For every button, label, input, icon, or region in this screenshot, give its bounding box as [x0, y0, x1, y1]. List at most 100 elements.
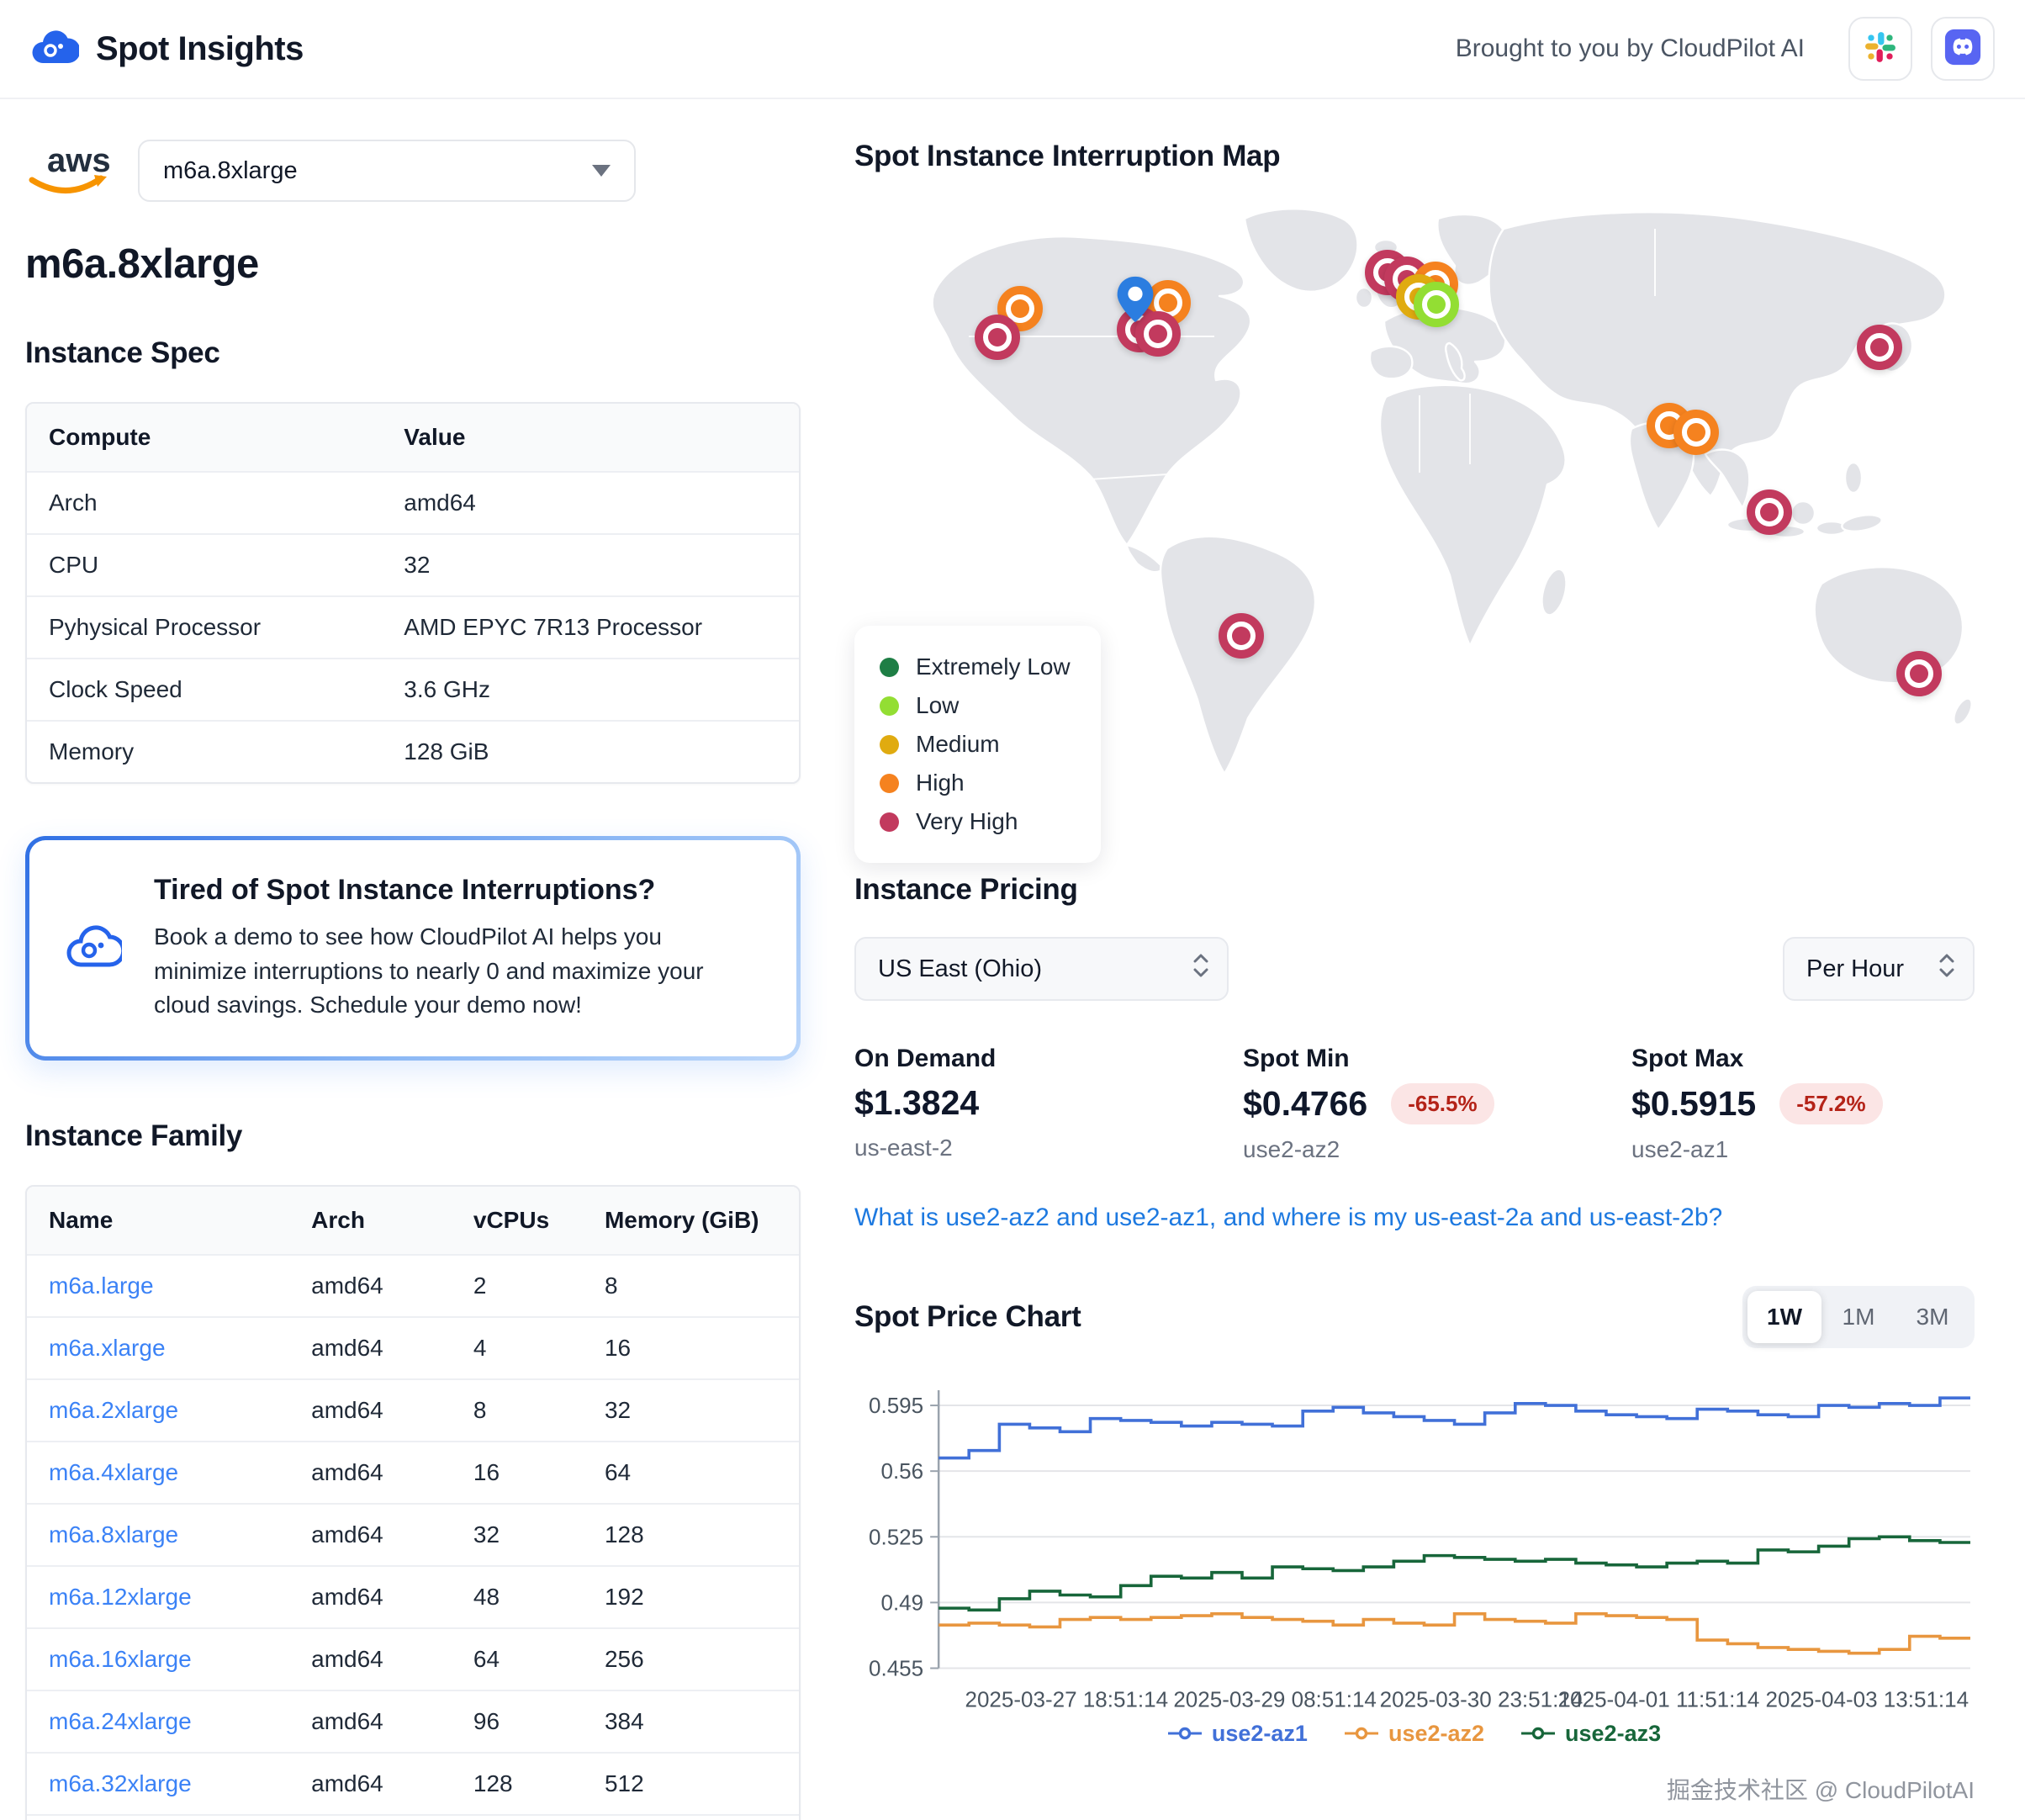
range-3m-button[interactable]: 3M [1895, 1291, 1969, 1343]
stat-sub: use2-az2 [1243, 1136, 1631, 1163]
spec-header-row: Compute Value [27, 404, 799, 472]
family-col-memory: Memory (GiB) [583, 1187, 799, 1255]
topbar-right: Brought to you by CloudPilot AI [1456, 17, 1995, 81]
map-marker-very-high[interactable] [975, 315, 1020, 360]
family-row: m6a.2xlargeamd64832 [27, 1379, 799, 1442]
chart-heading: Spot Price Chart [854, 1300, 1081, 1334]
chart-legend-item[interactable]: use2-az1 [1168, 1721, 1308, 1747]
promo-body: Book a demo to see how CloudPilot AI hel… [154, 920, 759, 1023]
family-col-arch: Arch [289, 1187, 452, 1255]
stat-label: Spot Max [1631, 1045, 1883, 1073]
map-marker-very-high[interactable] [1857, 325, 1902, 370]
app-title: Spot Insights [96, 30, 304, 68]
spec-row: Clock Speed3.6 GHz [27, 659, 799, 721]
az-explainer-link[interactable]: What is use2-az2 and use2-az1, and where… [854, 1204, 1722, 1232]
spec-col-compute: Compute [27, 404, 382, 472]
left-column: aws m6a.8xlarge m6a.8xlarge Instance Spe… [25, 140, 801, 1820]
svg-text:0.49: 0.49 [880, 1590, 923, 1615]
spot-price-chart: 0.5950.560.5250.490.4552025-03-27 18:51:… [854, 1372, 1975, 1719]
map-marker-high[interactable] [1673, 410, 1719, 455]
map-legend: Extremely LowLowMediumHighVery High [854, 626, 1101, 863]
map-legend-item: Low [880, 686, 1071, 725]
instance-link[interactable]: m6a.24xlarge [49, 1708, 192, 1734]
region-select[interactable]: US East (Ohio) [854, 937, 1229, 1001]
svg-text:2025-03-27 18:51:14: 2025-03-27 18:51:14 [965, 1687, 1168, 1712]
aws-logo-icon: aws [25, 141, 109, 201]
instance-link[interactable]: m6a.large [49, 1272, 154, 1299]
cloudpilot-cloud-icon [66, 924, 122, 972]
svg-text:2025-03-29 08:51:14: 2025-03-29 08:51:14 [1173, 1687, 1377, 1712]
family-col-vcpus: vCPUs [452, 1187, 583, 1255]
pricing-controls: US East (Ohio) Per Hour [854, 937, 1975, 1001]
period-select-value: Per Hour [1806, 955, 1904, 983]
range-1w-button[interactable]: 1W [1747, 1291, 1821, 1343]
instance-family-table: Name Arch vCPUs Memory (GiB) m6a.largeam… [25, 1185, 801, 1820]
stat-price: $0.5915 [1631, 1084, 1756, 1124]
main-content: aws m6a.8xlarge m6a.8xlarge Instance Spe… [0, 99, 2025, 1820]
instance-selector-row: aws m6a.8xlarge [25, 140, 801, 202]
discord-icon [1943, 28, 1982, 71]
period-select[interactable]: Per Hour [1783, 937, 1975, 1001]
instance-link[interactable]: m6a.8xlarge [49, 1521, 178, 1548]
discord-button[interactable] [1931, 17, 1995, 81]
instance-link[interactable]: m6a.12xlarge [49, 1584, 192, 1610]
map-marker-very-high[interactable] [1747, 489, 1792, 535]
instance-link[interactable]: m6a.32xlarge [49, 1770, 192, 1796]
series-marker-icon [1168, 1726, 1202, 1741]
range-toggle: 1W 1M 3M [1742, 1286, 1975, 1348]
family-row: m6a.12xlargeamd6448192 [27, 1566, 799, 1628]
promo-heading: Tired of Spot Instance Interruptions? [154, 874, 759, 907]
promo-text: Tired of Spot Instance Interruptions? Bo… [154, 874, 759, 1023]
slack-button[interactable] [1848, 17, 1912, 81]
svg-text:aws: aws [47, 142, 109, 179]
svg-text:0.525: 0.525 [869, 1524, 923, 1549]
stat-label: Spot Min [1243, 1045, 1631, 1073]
promo-card[interactable]: Tired of Spot Instance Interruptions? Bo… [25, 836, 801, 1061]
pricing-heading: Instance Pricing [854, 873, 1975, 907]
instance-link[interactable]: m6a.xlarge [49, 1335, 166, 1361]
interruption-map: Extremely LowLowMediumHighVery High [854, 195, 1975, 775]
region-select-value: US East (Ohio) [878, 955, 1042, 983]
spec-row: Memory128 GiB [27, 721, 799, 782]
brought-by-text: Brought to you by CloudPilot AI [1456, 34, 1805, 63]
caret-down-icon [592, 165, 611, 177]
map-heading: Spot Instance Interruption Map [854, 140, 1975, 173]
family-row: m6a.32xlargeamd64128512 [27, 1753, 799, 1815]
instance-link[interactable]: m6a.2xlarge [49, 1397, 178, 1423]
pricing-stats: On Demand $1.3824 us-east-2 Spot Min $0.… [854, 1045, 1975, 1163]
family-row: m6a.48xlargeamd64192768 [27, 1815, 799, 1820]
svg-text:2025-03-30 23:51:14: 2025-03-30 23:51:14 [1380, 1687, 1584, 1712]
cloud-logo-icon [30, 29, 79, 70]
map-marker-very-high[interactable] [1896, 651, 1942, 696]
discount-badge: -65.5% [1391, 1083, 1494, 1124]
stat-label: On Demand [854, 1045, 1243, 1073]
page-title: m6a.8xlarge [25, 241, 801, 288]
stat-price: $0.4766 [1243, 1084, 1367, 1124]
spec-row: CPU32 [27, 534, 799, 596]
stat-spot-min: Spot Min $0.4766 -65.5% use2-az2 [1243, 1045, 1631, 1163]
discount-badge: -57.2% [1779, 1083, 1882, 1124]
brand: Spot Insights [30, 29, 304, 70]
range-1m-button[interactable]: 1M [1821, 1291, 1895, 1343]
legend-dot-icon [880, 696, 899, 716]
family-row: m6a.16xlargeamd6464256 [27, 1628, 799, 1690]
family-row: m6a.4xlargeamd641664 [27, 1442, 799, 1504]
chart-header: Spot Price Chart 1W 1M 3M [854, 1286, 1975, 1348]
instance-link[interactable]: m6a.4xlarge [49, 1459, 178, 1485]
instance-link[interactable]: m6a.16xlarge [49, 1646, 192, 1672]
stat-sub: use2-az1 [1631, 1136, 1883, 1163]
updown-chevrons-icon [1938, 951, 1956, 987]
chart-legend-item[interactable]: use2-az3 [1521, 1721, 1661, 1747]
chart-legend-item[interactable]: use2-az2 [1345, 1721, 1484, 1747]
map-marker-low[interactable] [1414, 282, 1459, 327]
svg-text:0.56: 0.56 [880, 1458, 923, 1484]
svg-text:0.455: 0.455 [869, 1656, 923, 1681]
stat-price: $1.3824 [854, 1083, 979, 1123]
series-marker-icon [1345, 1726, 1378, 1741]
map-legend-item: Medium [880, 725, 1071, 764]
map-legend-item: Extremely Low [880, 648, 1071, 686]
map-marker-very-high[interactable] [1219, 613, 1264, 659]
instance-type-select[interactable]: m6a.8xlarge [138, 140, 636, 202]
map-pin-icon[interactable] [1116, 273, 1155, 325]
chart-legend: use2-az1 use2-az2 use2-az3 [854, 1721, 1975, 1747]
